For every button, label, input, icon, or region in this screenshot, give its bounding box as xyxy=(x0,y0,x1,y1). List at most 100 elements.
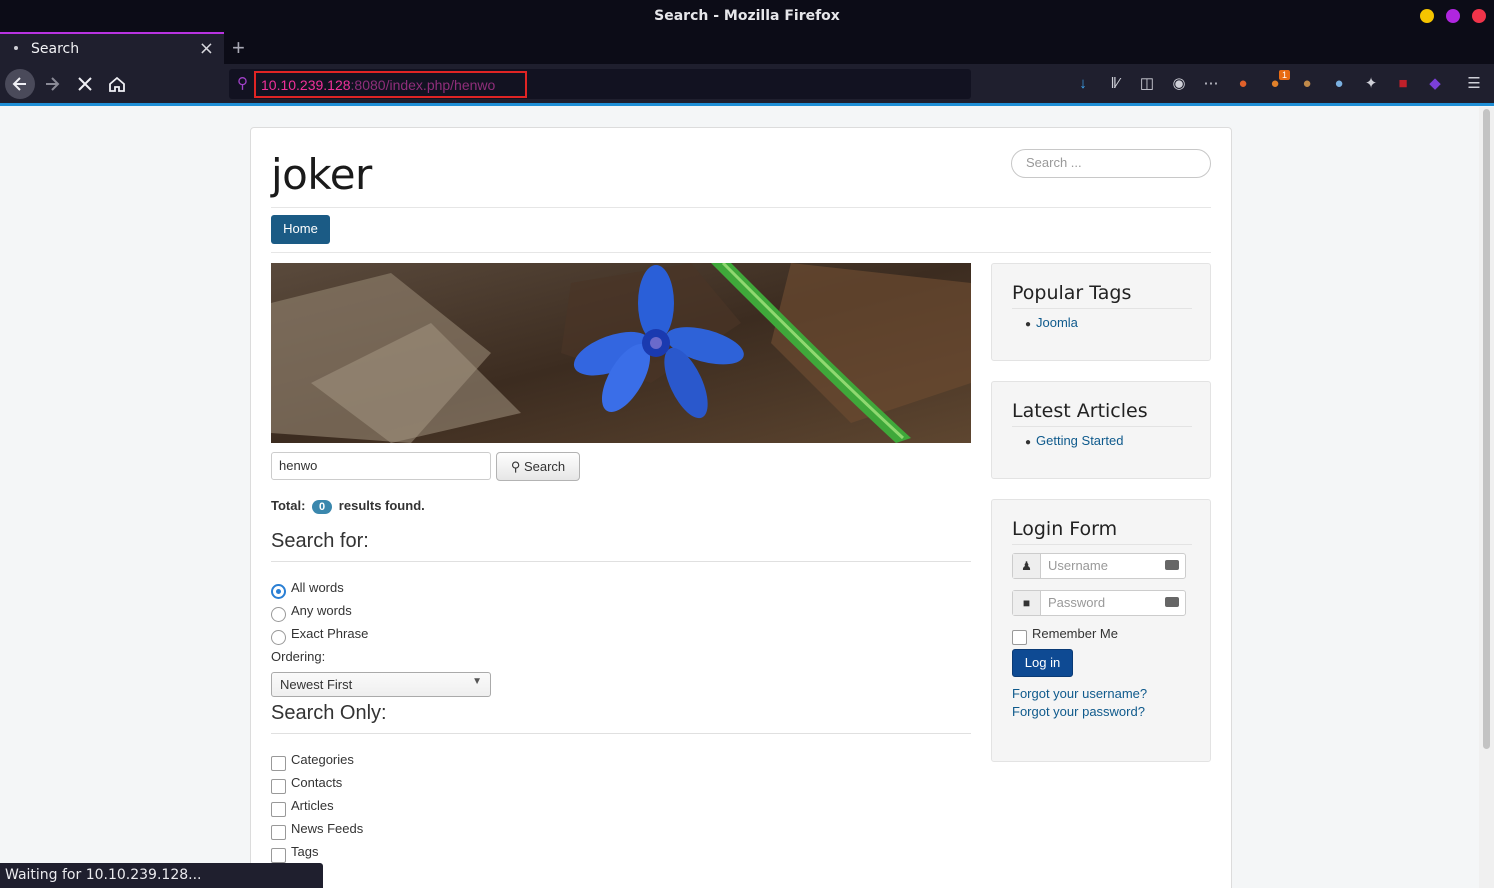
hamburger-menu-icon[interactable]: ☰ xyxy=(1464,74,1484,94)
stop-button[interactable] xyxy=(70,69,100,99)
radio-any-words[interactable] xyxy=(271,607,286,622)
area-label: Articles xyxy=(291,798,334,813)
checkbox-tags[interactable] xyxy=(271,848,286,863)
password-placeholder: Password xyxy=(1048,595,1106,610)
back-button[interactable] xyxy=(5,69,35,99)
site-brand[interactable]: joker xyxy=(271,150,372,199)
url-host: 10.10.239.128 xyxy=(261,77,351,93)
tag-link-joomla[interactable]: Joomla xyxy=(1036,315,1078,330)
nav-home[interactable]: Home xyxy=(271,215,330,244)
home-icon xyxy=(109,76,125,92)
login-module: Login Form ♟ Username ■ Password Remembe… xyxy=(991,499,1211,762)
navigation-toolbar: ⚲ 10.10.239.128:8080/index.php/henwo ↓ ‖… xyxy=(0,64,1494,106)
username-field[interactable]: ♟ Username xyxy=(1012,553,1186,579)
checkbox-categories[interactable] xyxy=(271,756,286,771)
address-bar[interactable]: ⚲ 10.10.239.128:8080/index.php/henwo xyxy=(229,69,971,99)
area-label: Categories xyxy=(291,752,354,767)
back-arrow-icon xyxy=(12,77,26,91)
divider xyxy=(1012,308,1192,309)
cookie-icon[interactable]: ● xyxy=(1297,74,1317,94)
search-button[interactable]: ⚲ Search xyxy=(496,452,580,481)
ordering-value: Newest First xyxy=(280,677,353,692)
fox-extension-icon[interactable]: ● xyxy=(1233,74,1253,94)
remember-me-checkbox[interactable] xyxy=(1012,630,1027,645)
close-window-button[interactable] xyxy=(1472,9,1486,23)
sidebar-icon[interactable]: ◫ xyxy=(1137,74,1157,94)
area-label: News Feeds xyxy=(291,821,364,836)
username-placeholder: Username xyxy=(1048,558,1108,573)
bullet-icon: ● xyxy=(1025,319,1032,330)
owl-extension-icon[interactable]: ● xyxy=(1329,74,1349,94)
results-count-badge: 0 xyxy=(312,500,333,514)
flower-banner-graphic xyxy=(271,263,971,443)
magnifier-icon: ⚲ xyxy=(510,459,521,474)
window-title: Search - Mozilla Firefox xyxy=(654,8,840,24)
new-tab-button[interactable]: + xyxy=(232,35,245,61)
password-manager-icon[interactable] xyxy=(1165,597,1179,607)
mode-label: Exact Phrase xyxy=(291,626,369,641)
mode-label: All words xyxy=(291,580,344,595)
search-query-input[interactable]: henwo xyxy=(271,452,491,480)
checkbox-articles[interactable] xyxy=(271,802,286,817)
total-label: Total: xyxy=(271,498,306,513)
tab-search[interactable]: Search × xyxy=(0,32,224,64)
divider xyxy=(271,733,971,734)
site-container: joker Search ... Home henwo ⚲ Search Tot… xyxy=(250,127,1232,888)
notification-badge: 1 xyxy=(1279,70,1291,80)
mode-label: Any words xyxy=(291,603,352,618)
checkbox-contacts[interactable] xyxy=(271,779,286,794)
login-button[interactable]: Log in xyxy=(1012,649,1073,677)
tab-loading-icon xyxy=(14,46,18,50)
url-path: :8080/index.php/henwo xyxy=(350,77,496,93)
divider xyxy=(271,561,971,562)
bullet-icon: ● xyxy=(1025,437,1032,448)
forward-arrow-icon xyxy=(46,77,60,91)
close-tab-icon[interactable]: × xyxy=(199,38,214,59)
password-field[interactable]: ■ Password xyxy=(1012,590,1186,616)
stop-icon xyxy=(78,77,92,91)
ublock-icon[interactable]: ■ xyxy=(1393,74,1413,94)
login-title: Login Form xyxy=(1012,518,1118,540)
total-suffix: results found. xyxy=(338,498,425,513)
popular-tags-module: Popular Tags ● Joomla xyxy=(991,263,1211,361)
window-titlebar: Search - Mozilla Firefox xyxy=(0,0,1494,32)
checkbox-news-feeds[interactable] xyxy=(271,825,286,840)
wappalyzer-icon[interactable]: ◆ xyxy=(1425,74,1445,94)
divider xyxy=(1012,426,1192,427)
maximize-button[interactable] xyxy=(1446,9,1460,23)
ordering-select[interactable]: Newest First ▼ xyxy=(271,672,491,697)
url-field[interactable]: 10.10.239.128:8080/index.php/henwo xyxy=(254,71,527,98)
search-for-heading: Search for: xyxy=(271,530,369,552)
home-button[interactable] xyxy=(102,69,132,99)
banner-image xyxy=(271,263,971,443)
article-link-getting-started[interactable]: Getting Started xyxy=(1036,433,1123,448)
library-icon[interactable]: ‖⁄ xyxy=(1105,74,1125,94)
puzzle-icon[interactable]: ✦ xyxy=(1361,74,1381,94)
divider xyxy=(271,207,1211,208)
search-icon: ⚲ xyxy=(237,75,248,92)
search-only-heading: Search Only: xyxy=(271,702,387,724)
status-bar: Waiting for 10.10.239.128... xyxy=(0,863,323,888)
extension-menu-icon[interactable]: ⋯ xyxy=(1201,74,1221,94)
page-scrollbar[interactable] xyxy=(1479,107,1494,888)
tab-label: Search xyxy=(31,41,80,57)
forgot-password-link[interactable]: Forgot your password? xyxy=(1012,704,1145,719)
divider xyxy=(1012,544,1192,545)
radio-all-words[interactable] xyxy=(271,584,286,599)
download-icon[interactable]: ↓ xyxy=(1073,74,1093,94)
minimize-button[interactable] xyxy=(1420,9,1434,23)
forward-button[interactable] xyxy=(38,69,68,99)
scrollbar-thumb[interactable] xyxy=(1483,109,1490,749)
latest-articles-module: Latest Articles ● Getting Started xyxy=(991,381,1211,479)
area-label: Tags xyxy=(291,844,319,859)
tab-strip: Search × + xyxy=(0,32,1494,64)
popular-tags-title: Popular Tags xyxy=(1012,282,1132,304)
password-manager-icon[interactable] xyxy=(1165,560,1179,570)
site-search-input[interactable]: Search ... xyxy=(1011,149,1211,178)
radio-exact-phrase[interactable] xyxy=(271,630,286,645)
area-label: Contacts xyxy=(291,775,343,790)
account-icon[interactable]: ◉ xyxy=(1169,74,1189,94)
forgot-username-link[interactable]: Forgot your username? xyxy=(1012,686,1147,701)
remember-me-label: Remember Me xyxy=(1032,626,1118,641)
dropdown-caret-icon: ▼ xyxy=(472,676,482,687)
